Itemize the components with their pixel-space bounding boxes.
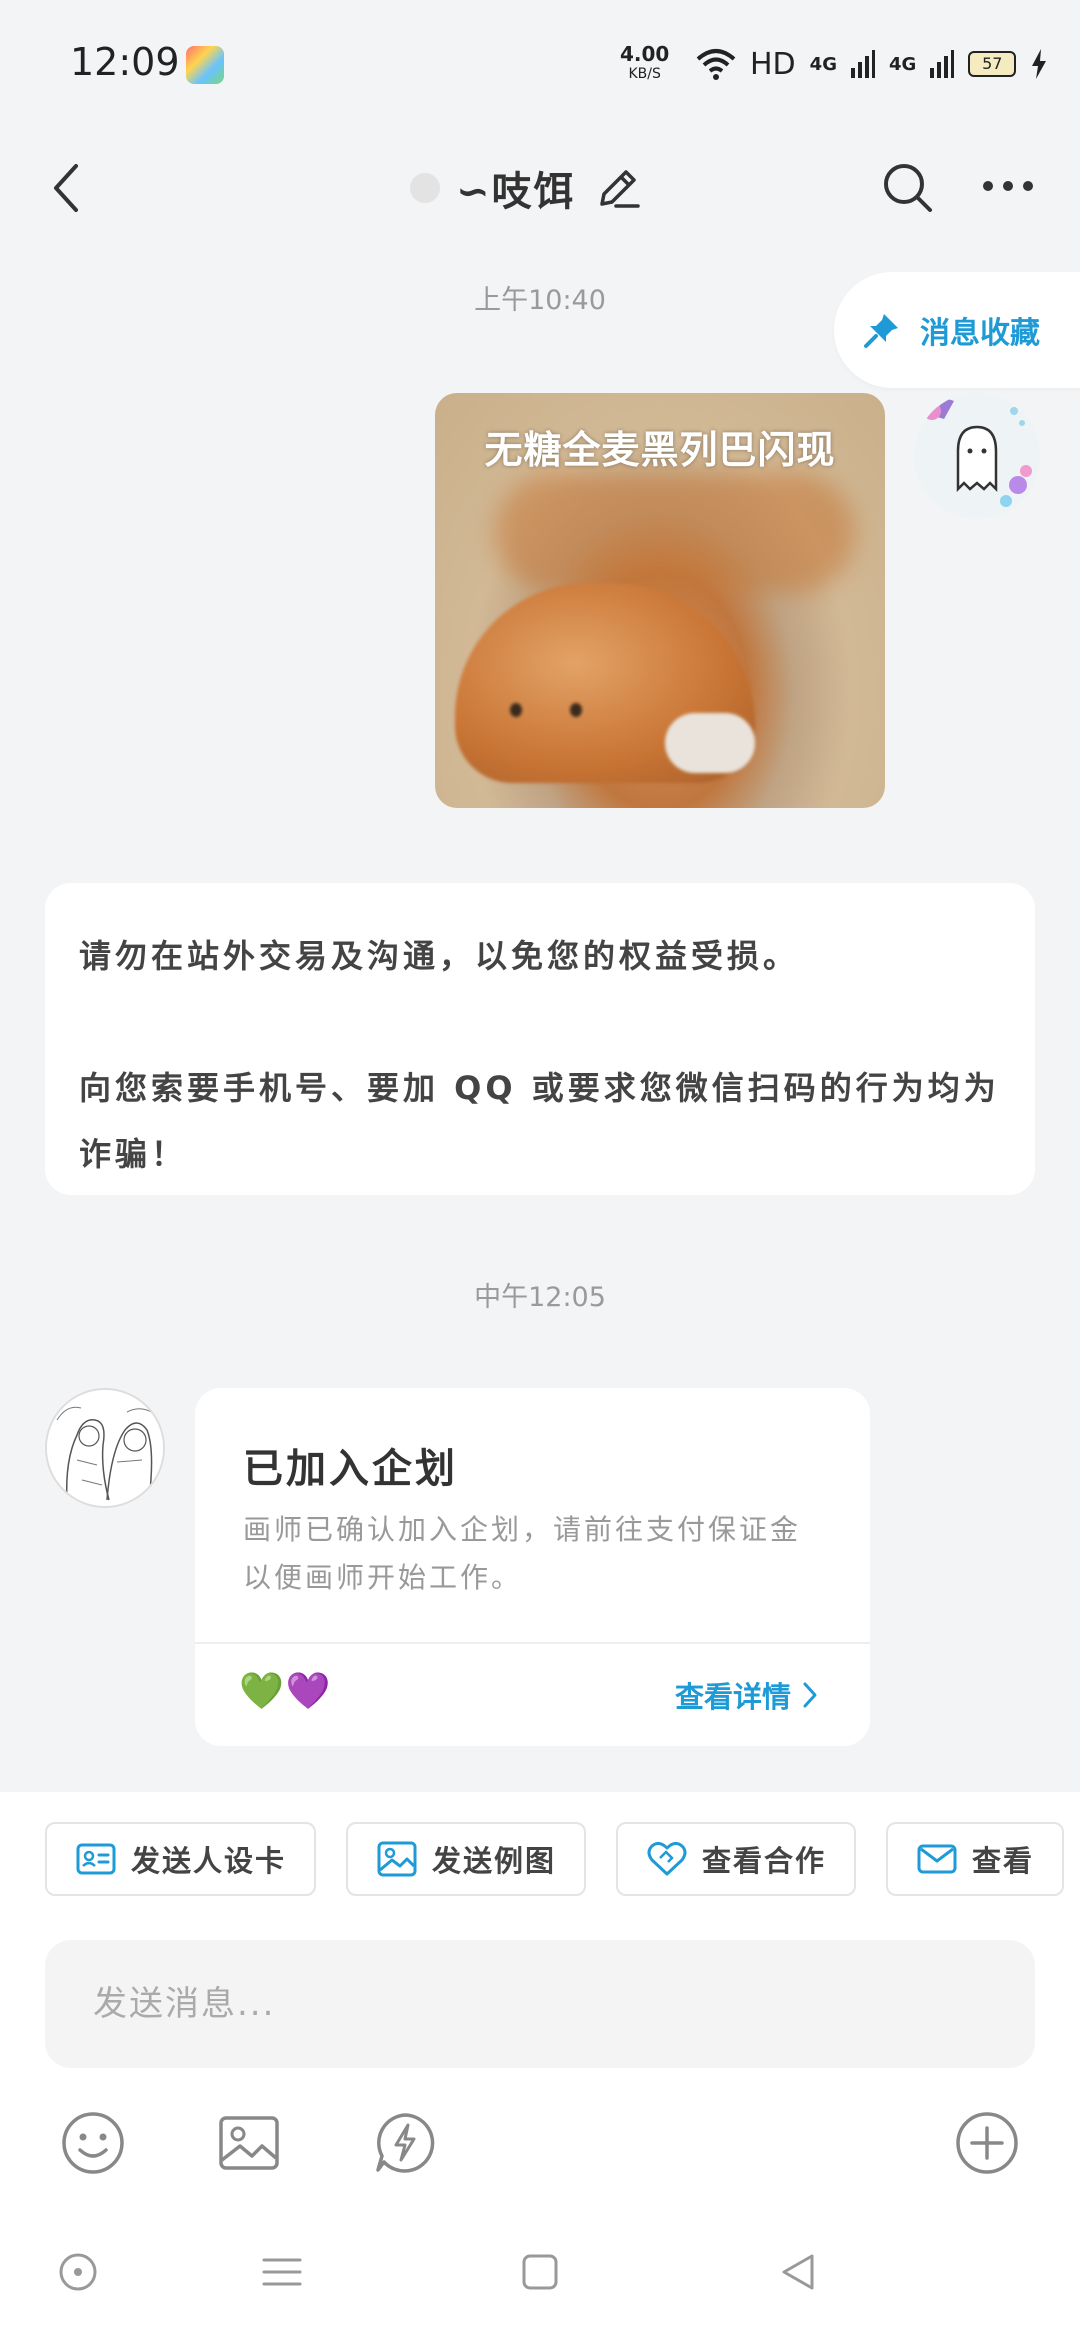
id-card-icon [76, 1843, 116, 1875]
view-details-link[interactable]: 查看详情 [675, 1674, 819, 1716]
ghost-avatar-image [914, 393, 1040, 519]
more-icon[interactable] [980, 176, 1036, 196]
app-notification-icon [186, 46, 224, 84]
view-cooperation-label: 查看合作 [702, 1844, 827, 1878]
input-toolbar [0, 2110, 1080, 2190]
handshake-icon [647, 1841, 687, 1876]
notice-line-1: 请勿在站外交易及沟通，以免您的权益受损。 [79, 937, 800, 975]
status-bar: 12:09 4.00 KB/S HD 4G 4G 57 [0, 0, 1080, 130]
menu-icon[interactable] [260, 2250, 304, 2294]
quick-actions: 发送人设卡 发送例图 查看合作 查看 [45, 1822, 1080, 1898]
image-message[interactable]: 无糖全麦黑列巴闪现 [435, 393, 885, 808]
view-more-label: 查看 [972, 1844, 1035, 1878]
image-caption: 无糖全麦黑列巴闪现 [484, 428, 836, 472]
signal-2-icon [930, 50, 955, 78]
favorite-messages-label: 消息收藏 [920, 316, 1040, 351]
my-avatar[interactable] [914, 393, 1040, 519]
online-status-dot [410, 173, 440, 203]
gallery-icon[interactable] [216, 2110, 282, 2176]
edit-icon[interactable] [592, 162, 644, 214]
mail-icon [917, 1844, 957, 1874]
send-example-image-button[interactable]: 发送例图 [346, 1822, 587, 1896]
quick-reply-icon[interactable] [372, 2110, 438, 2176]
send-character-card-button[interactable]: 发送人设卡 [45, 1822, 317, 1896]
cat-figure [455, 583, 755, 783]
system-nav-bar [0, 2220, 1080, 2340]
purple-heart-icon: 💜 [285, 1671, 333, 1712]
hd-indicator: HD [750, 46, 796, 82]
chat-header: ∽吱饵 [0, 130, 1080, 250]
battery-icon: 57 [968, 51, 1017, 77]
chat-title-group: ∽吱饵 [410, 158, 644, 218]
card-divider [195, 1642, 870, 1644]
home-icon[interactable] [518, 2250, 562, 2294]
view-details-label: 查看详情 [675, 1680, 792, 1714]
safety-notice: 请勿在站外交易及沟通，以免您的权益受损。 向您索要手机号、要加 QQ 或要求您微… [45, 883, 1035, 1195]
card-description: 画师已确认加入企划，请前往支付保证金以便画师开始工作。 [243, 1513, 802, 1594]
wifi-icon [696, 49, 736, 80]
card-title: 已加入企划 [243, 1446, 458, 1492]
image-background-blur [495, 473, 855, 593]
network-speed-unit: KB/S [628, 66, 661, 82]
send-character-card-label: 发送人设卡 [131, 1844, 287, 1878]
back-nav-icon[interactable] [776, 2250, 820, 2294]
message-input[interactable] [45, 1940, 1035, 2068]
charging-icon [1032, 49, 1047, 79]
chevron-right-icon [803, 1682, 817, 1708]
network-speed-value: 4.00 [620, 42, 670, 66]
status-time: 12:09 [70, 40, 180, 84]
sketch-avatar-image [47, 1390, 163, 1506]
search-icon[interactable] [880, 160, 936, 216]
signal-1-label: 4G [809, 53, 837, 75]
system-icons: HD 4G 4G 57 [696, 44, 1048, 84]
view-more-button[interactable]: 查看 [886, 1822, 1065, 1896]
back-icon[interactable] [44, 160, 88, 216]
artist-avatar[interactable] [45, 1388, 165, 1508]
hearts: 💚💜 [239, 1670, 333, 1712]
signal-1-icon [850, 50, 875, 78]
image-icon [377, 1841, 417, 1877]
pin-icon [864, 314, 898, 348]
notice-line-2: 向您索要手机号、要加 QQ 或要求您微信扫码的行为均为诈骗！ [79, 1069, 1000, 1173]
add-icon[interactable] [954, 2110, 1020, 2176]
project-card[interactable]: 已加入企划 画师已确认加入企划，请前往支付保证金以便画师开始工作。 💚💜 查看详… [195, 1388, 870, 1746]
assistant-icon[interactable] [56, 2250, 100, 2294]
send-example-image-label: 发送例图 [432, 1844, 557, 1878]
timestamp: 中午12:05 [474, 1282, 606, 1313]
green-heart-icon: 💚 [239, 1671, 286, 1712]
emoji-icon[interactable] [60, 2110, 126, 2176]
chat-title: ∽吱饵 [456, 169, 576, 215]
view-cooperation-button[interactable]: 查看合作 [616, 1822, 857, 1896]
signal-2-label: 4G [888, 53, 917, 75]
favorite-messages-button[interactable]: 消息收藏 [834, 272, 1080, 388]
network-speed: 4.00 KB/S [620, 44, 669, 84]
